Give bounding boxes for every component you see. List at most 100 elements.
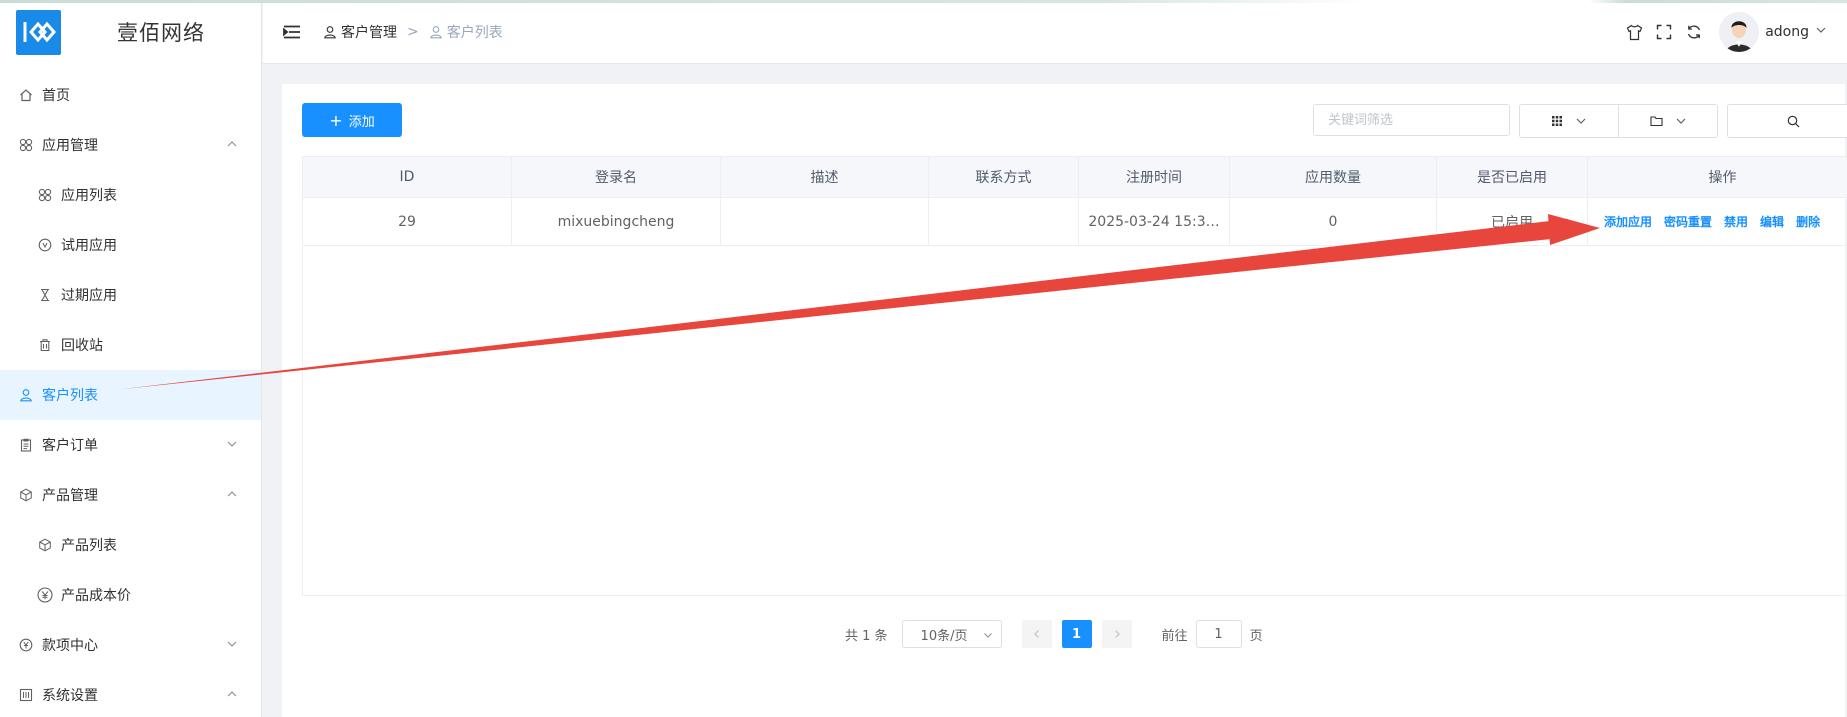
next-page-button[interactable] [1101,620,1132,648]
header-actions: adong [1613,0,1827,64]
top-header: 客户管理 > 客户列表 adong [263,0,1847,64]
cell-id: 29 [303,198,512,245]
avatar[interactable] [1719,12,1760,52]
breadcrumb-label: 客户列表 [446,24,503,41]
apps-icon [37,187,53,203]
user-name[interactable]: adong [1765,24,1809,40]
sidebar-item-label: 应用管理 [42,138,98,154]
goto-page-input[interactable] [1195,620,1242,648]
column-header-login: 登录名 [512,157,721,197]
home-icon [18,87,34,103]
trial-icon [37,237,53,253]
sidebar-item-payment-center[interactable]: 款项中心 [0,620,261,670]
sidebar-item-label: 客户列表 [42,388,98,404]
sidebar-item-product-management[interactable]: 产品管理 [0,470,261,520]
cell-contact [929,198,1079,245]
column-header-registered: 注册时间 [1079,157,1230,197]
sidebar-item-recycle-bin[interactable]: 回收站 [0,320,261,370]
breadcrumb-separator: > [407,23,419,40]
column-settings-button[interactable] [1519,104,1619,138]
sidebar-item-label: 产品管理 [42,488,98,504]
money-icon [18,637,34,653]
sidebar-item-label: 款项中心 [42,638,98,654]
keyword-search-input[interactable] [1313,104,1510,136]
table-header: ID 登录名 描述 联系方式 注册时间 应用数量 是否已启用 操作 [303,157,1847,198]
cube-icon [18,487,34,503]
export-button[interactable] [1618,104,1718,138]
sidebar-item-label: 客户订单 [42,438,98,454]
chevron-down-icon[interactable] [1815,24,1827,40]
sidebar-item-label: 产品列表 [61,538,117,554]
folder-icon [1649,116,1663,127]
breadcrumb-item-customer-management[interactable]: 客户管理 [323,22,397,42]
skin-icon[interactable] [1625,23,1643,41]
add-button[interactable]: + 添加 [302,103,402,137]
goto-label: 前往 [1161,628,1188,644]
plus-icon: + [329,110,343,130]
grid-icon [1552,116,1562,126]
delete-link[interactable]: 删除 [1796,213,1820,230]
settings-icon [18,687,34,703]
disable-link[interactable]: 禁用 [1724,213,1748,230]
trash-icon [37,337,53,353]
chevron-down-icon [1676,118,1685,124]
sidebar-item-expired-apps[interactable]: 过期应用 [0,270,261,320]
customer-table: ID 登录名 描述 联系方式 注册时间 应用数量 是否已启用 操作 29 mix… [302,156,1847,596]
hourglass-icon [37,287,53,303]
sidebar-item-label: 首页 [42,88,70,104]
sidebar-item-label: 系统设置 [42,688,98,704]
cell-login: mixuebingcheng [512,198,721,245]
pagination: 共 1 条 10条/页 1 前往 页 [845,619,1263,649]
column-header-description: 描述 [721,157,929,197]
column-header-contact: 联系方式 [929,157,1079,197]
cell-app-count: 0 [1230,198,1437,245]
add-button-label: 添加 [348,114,375,130]
chevron-down-icon [983,633,992,638]
menu-toggle-icon[interactable] [283,22,303,42]
cell-actions: 添加应用 密码重置 禁用 编辑 删除 [1588,198,1847,245]
main-content: + 添加 ID 登录名 描述 联系方式 注册时间 应用数量 是否已启用 操作 2… [282,84,1847,717]
sidebar-item-app-list[interactable]: 应用列表 [0,170,261,220]
clipboard-icon [18,437,34,453]
page-size-select[interactable]: 10条/页 [901,620,1002,648]
cube-icon [37,537,53,553]
cell-description [721,198,929,245]
sidebar-item-label: 产品成本价 [61,588,131,604]
sidebar-item-trial-apps[interactable]: 试用应用 [0,220,261,270]
sidebar-item-system-settings[interactable]: 系统设置 [0,670,261,717]
edit-link[interactable]: 编辑 [1760,213,1784,230]
refresh-icon[interactable] [1685,23,1703,41]
table-row: 29 mixuebingcheng 2025-03-24 15:3… 0 已启用… [303,198,1847,246]
sidebar: 壹佰网络 首页 应用管理 应用列表 试用应用 过期应用 回收站 客户列表 客户订… [0,0,262,717]
sidebar-item-app-management[interactable]: 应用管理 [0,120,261,170]
chevron-up-icon [227,491,237,497]
sidebar-item-product-cost[interactable]: 产品成本价 [0,570,261,620]
page-number-current[interactable]: 1 [1061,620,1092,648]
sidebar-item-home[interactable]: 首页 [0,70,261,120]
yuan-icon [37,587,53,603]
sidebar-item-customer-list[interactable]: 客户列表 [0,370,261,420]
add-app-link[interactable]: 添加应用 [1604,213,1652,230]
search-icon [1787,115,1799,127]
pagination-total: 共 1 条 [845,628,888,644]
column-header-app-count: 应用数量 [1230,157,1437,197]
chevron-down-icon [227,641,237,647]
column-header-actions: 操作 [1708,170,1737,186]
sidebar-item-product-list[interactable]: 产品列表 [0,520,261,570]
search-button[interactable] [1727,104,1847,138]
column-header-enabled: 是否已启用 [1437,157,1588,197]
sidebar-item-label: 应用列表 [61,188,117,204]
cell-enabled: 已启用 [1437,198,1588,245]
chevron-down-icon [227,441,237,447]
reset-password-link[interactable]: 密码重置 [1664,213,1712,230]
chevron-up-icon [227,141,237,147]
sidebar-item-label: 回收站 [61,338,103,354]
apps-icon [18,137,34,153]
fullscreen-icon[interactable] [1655,23,1673,41]
cell-registered: 2025-03-24 15:3… [1079,198,1230,245]
prev-page-button[interactable] [1021,620,1052,648]
sidebar-item-customer-orders[interactable]: 客户订单 [0,420,261,470]
brand: 壹佰网络 [0,0,261,64]
brand-name: 壹佰网络 [117,21,205,45]
sidebar-item-label: 过期应用 [61,288,117,304]
